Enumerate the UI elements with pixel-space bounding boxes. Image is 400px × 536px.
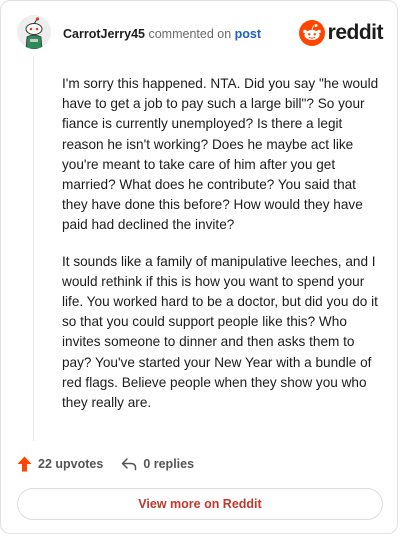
upvote-count: 22 upvotes	[38, 457, 104, 471]
byline-verb: commented on	[148, 27, 232, 41]
reddit-logo-icon	[298, 20, 325, 46]
reddit-wordmark: reddit	[327, 21, 384, 44]
comment-actions: 22 upvotes 0 replies	[17, 455, 194, 473]
comment-byline: CarrotJerry45 commented on post	[63, 26, 261, 42]
comment-paragraph: I'm sorry this happened. NTA. Did you sa…	[62, 76, 379, 233]
snoo-avatar-icon[interactable]	[17, 15, 51, 49]
reply-arrow-icon	[122, 458, 137, 471]
upvote-button[interactable]: 22 upvotes	[17, 456, 103, 472]
view-more-on-reddit-button[interactable]: View more on Reddit	[17, 488, 383, 520]
upvote-arrow-icon	[17, 456, 32, 472]
comment-paragraph: It sounds like a family of manipulative …	[62, 253, 378, 411]
reply-button[interactable]: 0 replies	[121, 457, 194, 471]
embedded-comment-card: CarrotJerry45 commented on post reddit I…	[0, 0, 398, 534]
comment-body: I'm sorry this happened. NTA. Did you sa…	[62, 74, 380, 429]
author-username[interactable]: CarrotJerry45	[63, 27, 145, 41]
comment-header: CarrotJerry45 commented on post reddit	[17, 13, 384, 53]
post-link[interactable]: post	[235, 27, 261, 41]
reply-count: 0 replies	[143, 457, 195, 471]
reddit-logo[interactable]: reddit	[298, 19, 384, 47]
thread-line	[33, 57, 34, 441]
